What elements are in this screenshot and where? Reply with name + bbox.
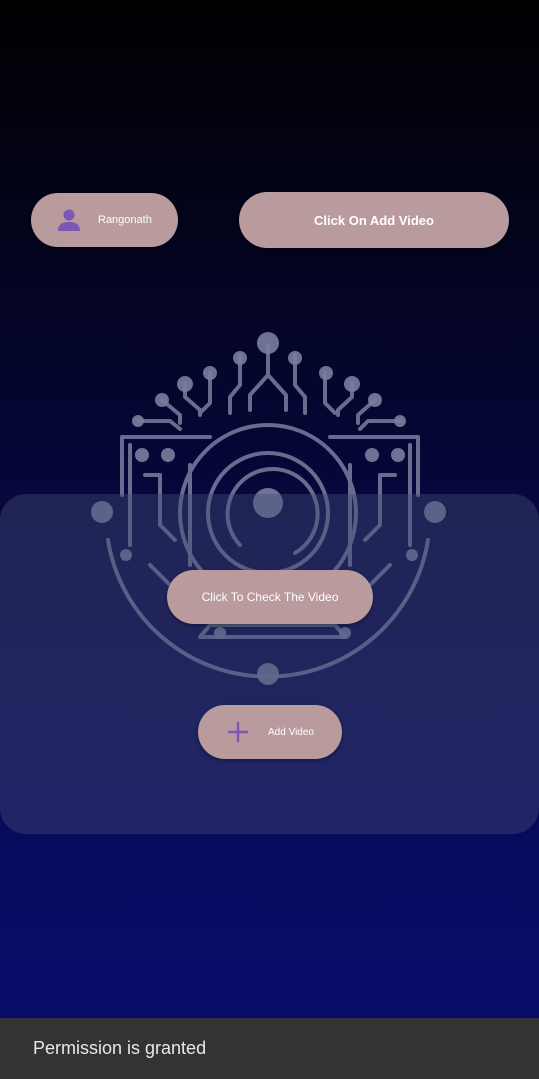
add-video-label: Add Video [268, 726, 314, 738]
plus-icon [226, 720, 250, 744]
click-add-video-button[interactable]: Click On Add Video [239, 192, 509, 248]
snackbar: Permission is granted [0, 1018, 539, 1079]
snackbar-message: Permission is granted [33, 1038, 207, 1058]
user-profile-button[interactable]: Rangonath [31, 193, 178, 247]
user-name: Rangonath [98, 214, 152, 226]
add-video-button[interactable]: Add Video [198, 705, 342, 759]
person-icon [56, 207, 82, 233]
check-video-button[interactable]: Click To Check The Video [167, 570, 373, 624]
video-panel [0, 494, 539, 834]
